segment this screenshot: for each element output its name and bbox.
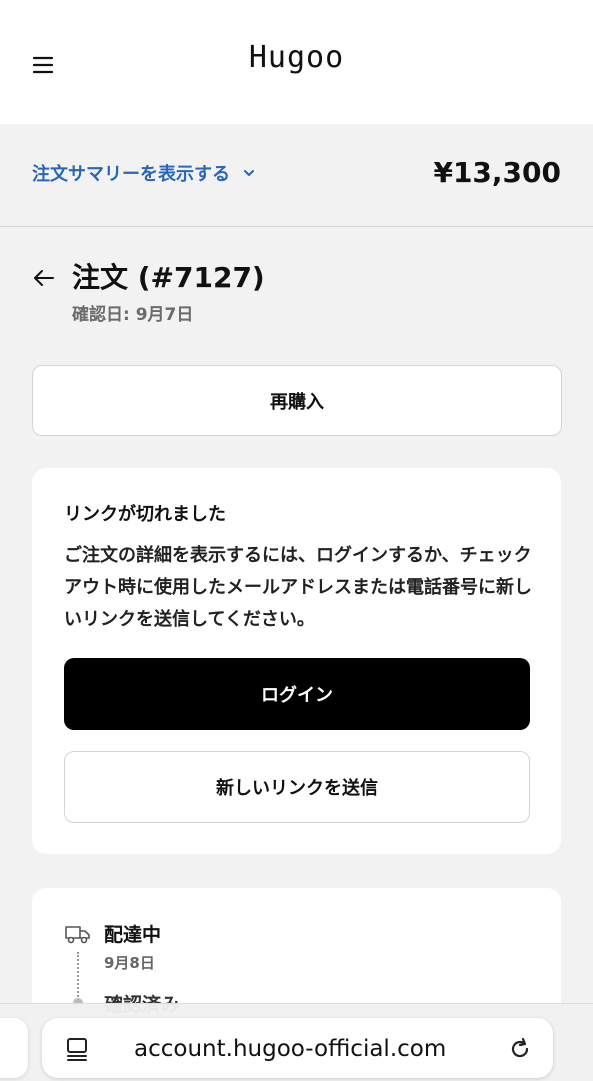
order-summary-toggle[interactable]: 注文サマリーを表示する <box>32 160 256 186</box>
expired-link-title: リンクが切れました <box>64 504 226 525</box>
order-summary-bar: 注文サマリーを表示する ¥13,300 <box>0 124 593 227</box>
url-field[interactable]: account.hugoo-official.com <box>42 1018 553 1078</box>
browser-address-bar: account.hugoo-official.com <box>0 1003 593 1081</box>
order-total: ¥13,300 <box>433 156 561 189</box>
page-icon[interactable] <box>64 1036 90 1062</box>
order-confirmed-date: 確認日: 9月7日 <box>72 305 194 325</box>
url-text: account.hugoo-official.com <box>134 1036 447 1062</box>
login-button[interactable]: ログイン <box>64 658 530 730</box>
reorder-button[interactable]: 再購入 <box>32 365 562 436</box>
order-title: 注文 (#7127) <box>72 261 265 294</box>
expired-link-card: リンクが切れました ご注文の詳細を表示するには、ログインするか、チェックアウト時… <box>32 468 561 854</box>
expired-link-message: ご注文の詳細を表示するには、ログインするか、チェックアウト時に使用したメールアド… <box>64 545 532 630</box>
reload-icon[interactable] <box>507 1036 533 1062</box>
brand-logo[interactable]: Hugoo <box>0 40 593 75</box>
send-new-link-button[interactable]: 新しいリンクを送信 <box>64 751 530 823</box>
timeline-status: 配達中 <box>104 924 162 946</box>
back-arrow-icon[interactable] <box>32 266 56 290</box>
timeline-date: 9月8日 <box>104 954 155 972</box>
previous-tab[interactable] <box>0 1018 28 1078</box>
app-header: Hugoo <box>0 0 593 124</box>
order-summary-toggle-label: 注文サマリーを表示する <box>32 164 230 185</box>
chevron-down-icon <box>244 170 254 176</box>
delivery-truck-icon <box>64 922 92 946</box>
